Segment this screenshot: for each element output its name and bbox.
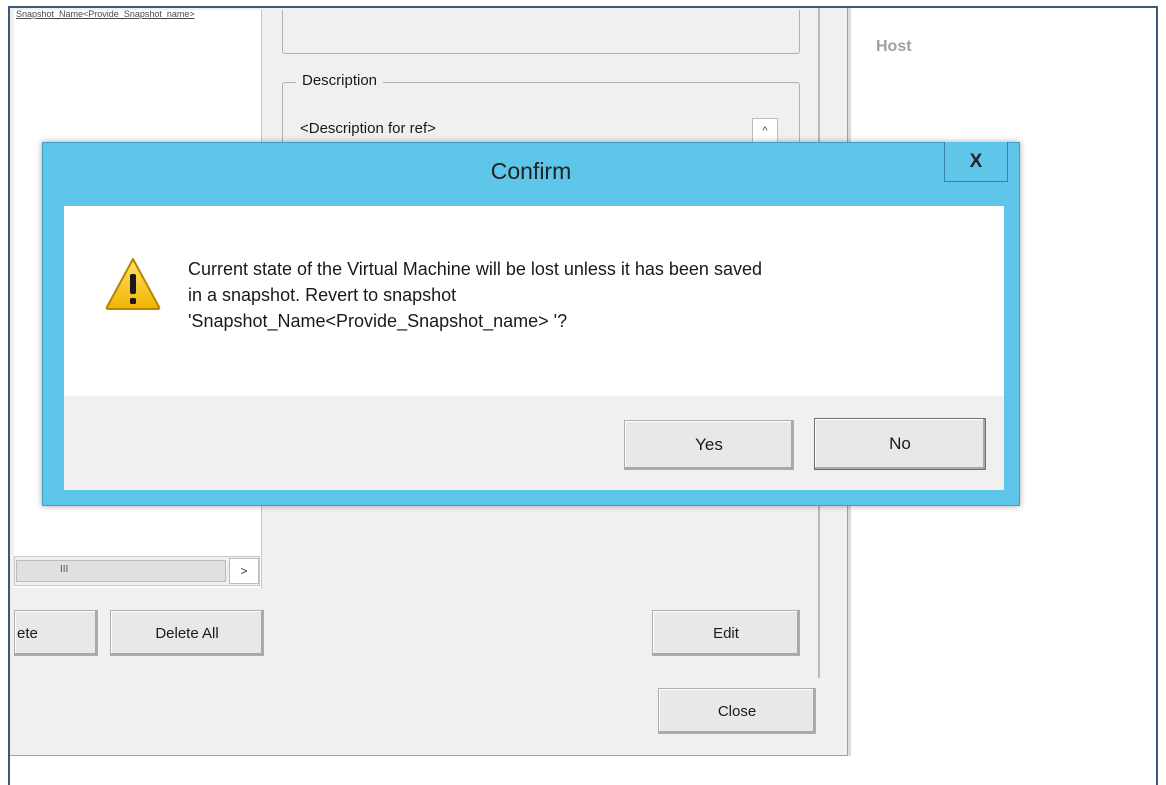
message-line: Current state of the Virtual Machine wil…	[188, 259, 762, 279]
delete-button[interactable]: ete	[14, 610, 98, 656]
tree-item-snapshot[interactable]: Snapshot_Name<Provide_Snapshot_name>	[16, 10, 260, 22]
scrollbar-grip-icon: III	[60, 564, 69, 575]
dialog-message: Current state of the Virtual Machine wil…	[188, 256, 978, 334]
description-text: <Description for ref>	[300, 120, 436, 137]
host-label: Host	[876, 38, 912, 55]
scroll-right-arrow-icon[interactable]: >	[229, 558, 259, 584]
delete-all-button[interactable]: Delete All	[110, 610, 264, 656]
scroll-up-arrow-icon[interactable]: ^	[752, 118, 778, 144]
close-button[interactable]: Close	[658, 688, 816, 734]
scrollbar-thumb[interactable]	[16, 560, 226, 582]
warning-icon	[104, 256, 162, 312]
details-groupbox	[282, 10, 800, 54]
edit-button[interactable]: Edit	[652, 610, 800, 656]
dialog-title: Confirm	[490, 158, 572, 184]
description-label: Description	[296, 72, 384, 89]
message-line: 'Snapshot_Name<Provide_Snapshot_name> '?	[188, 311, 568, 331]
no-button[interactable]: No	[814, 418, 986, 470]
yes-button[interactable]: Yes	[624, 420, 794, 470]
dialog-close-button[interactable]: X	[944, 142, 1008, 182]
message-line: in a snapshot. Revert to snapshot	[188, 285, 457, 305]
